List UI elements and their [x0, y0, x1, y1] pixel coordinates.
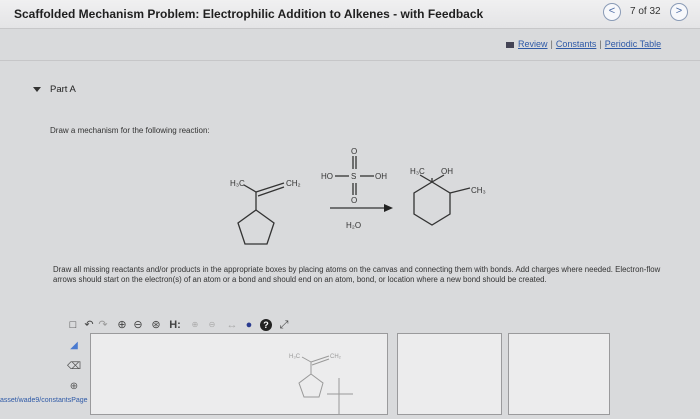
zoom-reset-icon[interactable]: ⊛: [149, 318, 163, 332]
product-ch3-label: CH₃: [471, 186, 486, 195]
product-oh-label: OH: [441, 167, 453, 176]
reagent-o-top-label: O: [351, 147, 357, 156]
reactant-methyl-bond: [243, 184, 257, 193]
hydrogen-toggle-button[interactable]: H:: [165, 318, 185, 332]
reactant-ch2-label: CH₂: [286, 179, 301, 188]
solvent-label: H₂O: [346, 221, 361, 230]
drawing-canvas-left[interactable]: H₃C CH₂: [90, 333, 388, 415]
zoom-out-icon[interactable]: ⊖: [131, 318, 145, 332]
reactant-cyclopentane-ring: [237, 209, 275, 245]
reactant-double-bond-2: [257, 186, 285, 197]
add-atom-icon[interactable]: ⊕: [67, 380, 81, 394]
product-bond-methyl: [419, 174, 433, 183]
reactant-h3c-label: H₃C: [230, 179, 245, 188]
reagent-o-bottom-label: O: [351, 196, 357, 205]
product-h3c-label: H₃C: [410, 167, 425, 176]
product-bond-oh: [431, 174, 445, 183]
select-tool-icon[interactable]: ◢: [67, 339, 81, 353]
canvas-h3c-label: H₃C: [289, 354, 301, 360]
reaction-arrow-head: [384, 204, 393, 212]
charge-plus-icon[interactable]: ⊕: [189, 318, 201, 332]
eraser-tool-icon[interactable]: ⌫: [67, 360, 81, 374]
template-icon[interactable]: ↔: [225, 318, 239, 332]
drawing-canvas-right-b[interactable]: [508, 333, 610, 415]
undo-icon[interactable]: ↶: [83, 318, 95, 332]
product-cyclohexane-ring: [413, 181, 451, 226]
canvas-preview-molecule: H₃C CH₂: [289, 354, 353, 414]
zoom-in-icon[interactable]: ⊕: [115, 318, 129, 332]
new-document-icon[interactable]: □: [67, 318, 79, 332]
charge-minus-icon[interactable]: ⊖: [205, 318, 219, 332]
info-icon[interactable]: ●: [243, 318, 255, 332]
status-url: asset/wade9/constantsPage: [0, 397, 88, 404]
help-icon[interactable]: ?: [259, 318, 273, 332]
canvas-ch2-label: CH₂: [330, 354, 342, 360]
reagent-s-label: S: [351, 172, 356, 181]
expand-icon[interactable]: ⤢: [277, 318, 291, 332]
reagent-oh-label: OH: [375, 172, 387, 181]
redo-icon[interactable]: ↷: [97, 318, 109, 332]
instructions-text: Draw all missing reactants and/or produc…: [53, 265, 661, 284]
question-mark-icon: ?: [260, 319, 272, 331]
reactant-double-bond: [255, 182, 285, 193]
drawing-canvas-right-a[interactable]: [397, 333, 502, 415]
product-bond-ch3: [449, 187, 471, 194]
reagent-ho-label: HO: [321, 172, 333, 181]
